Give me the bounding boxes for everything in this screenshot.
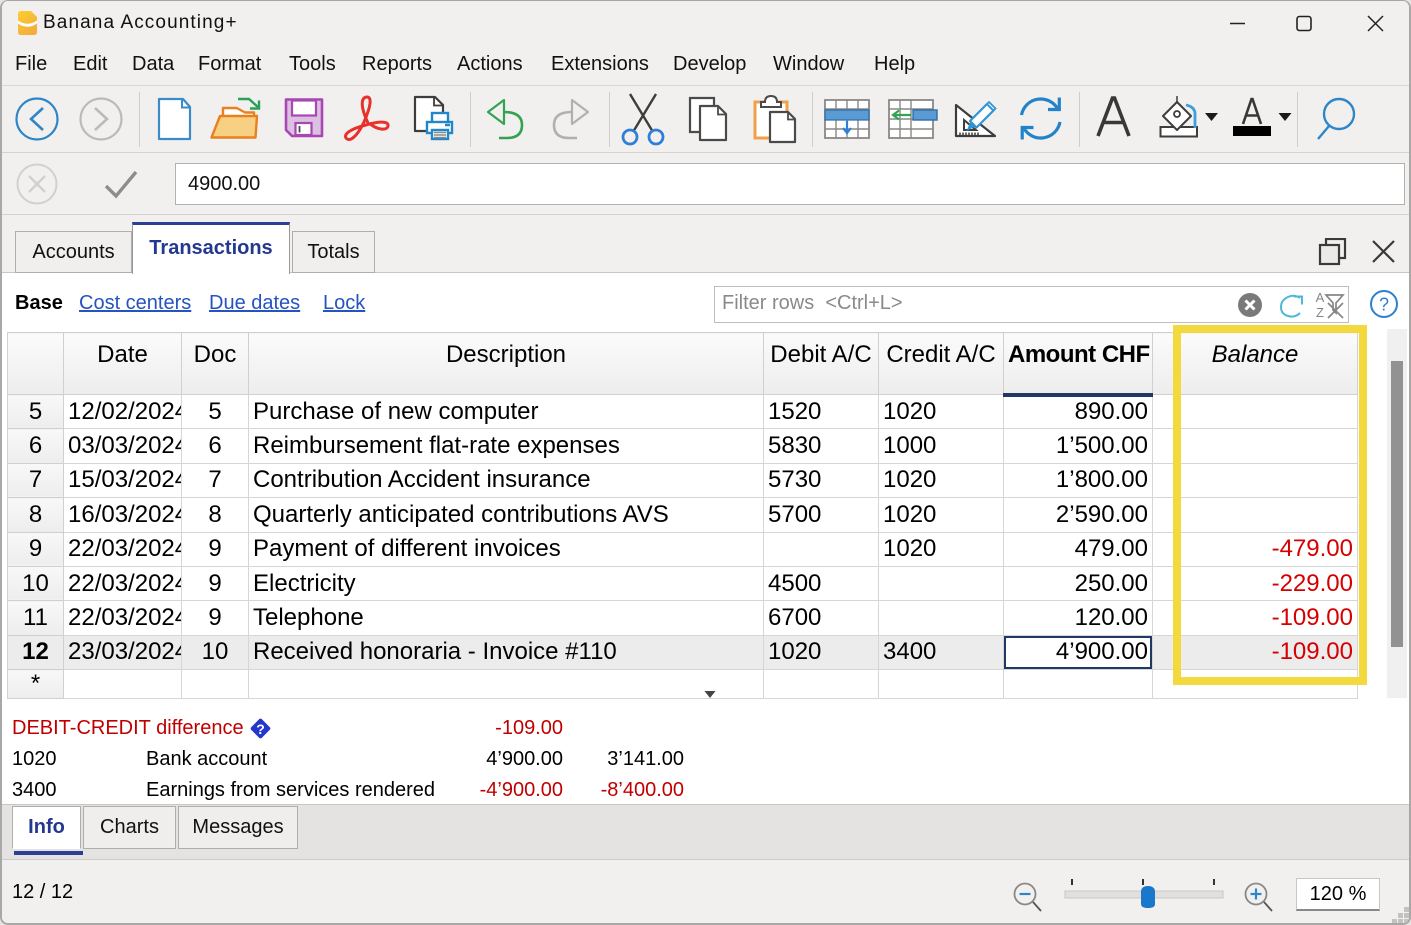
- svg-text:?: ?: [1379, 295, 1389, 315]
- svg-text:?: ?: [256, 721, 265, 737]
- svg-text:Z: Z: [1316, 305, 1324, 320]
- svg-text:A: A: [1316, 290, 1325, 305]
